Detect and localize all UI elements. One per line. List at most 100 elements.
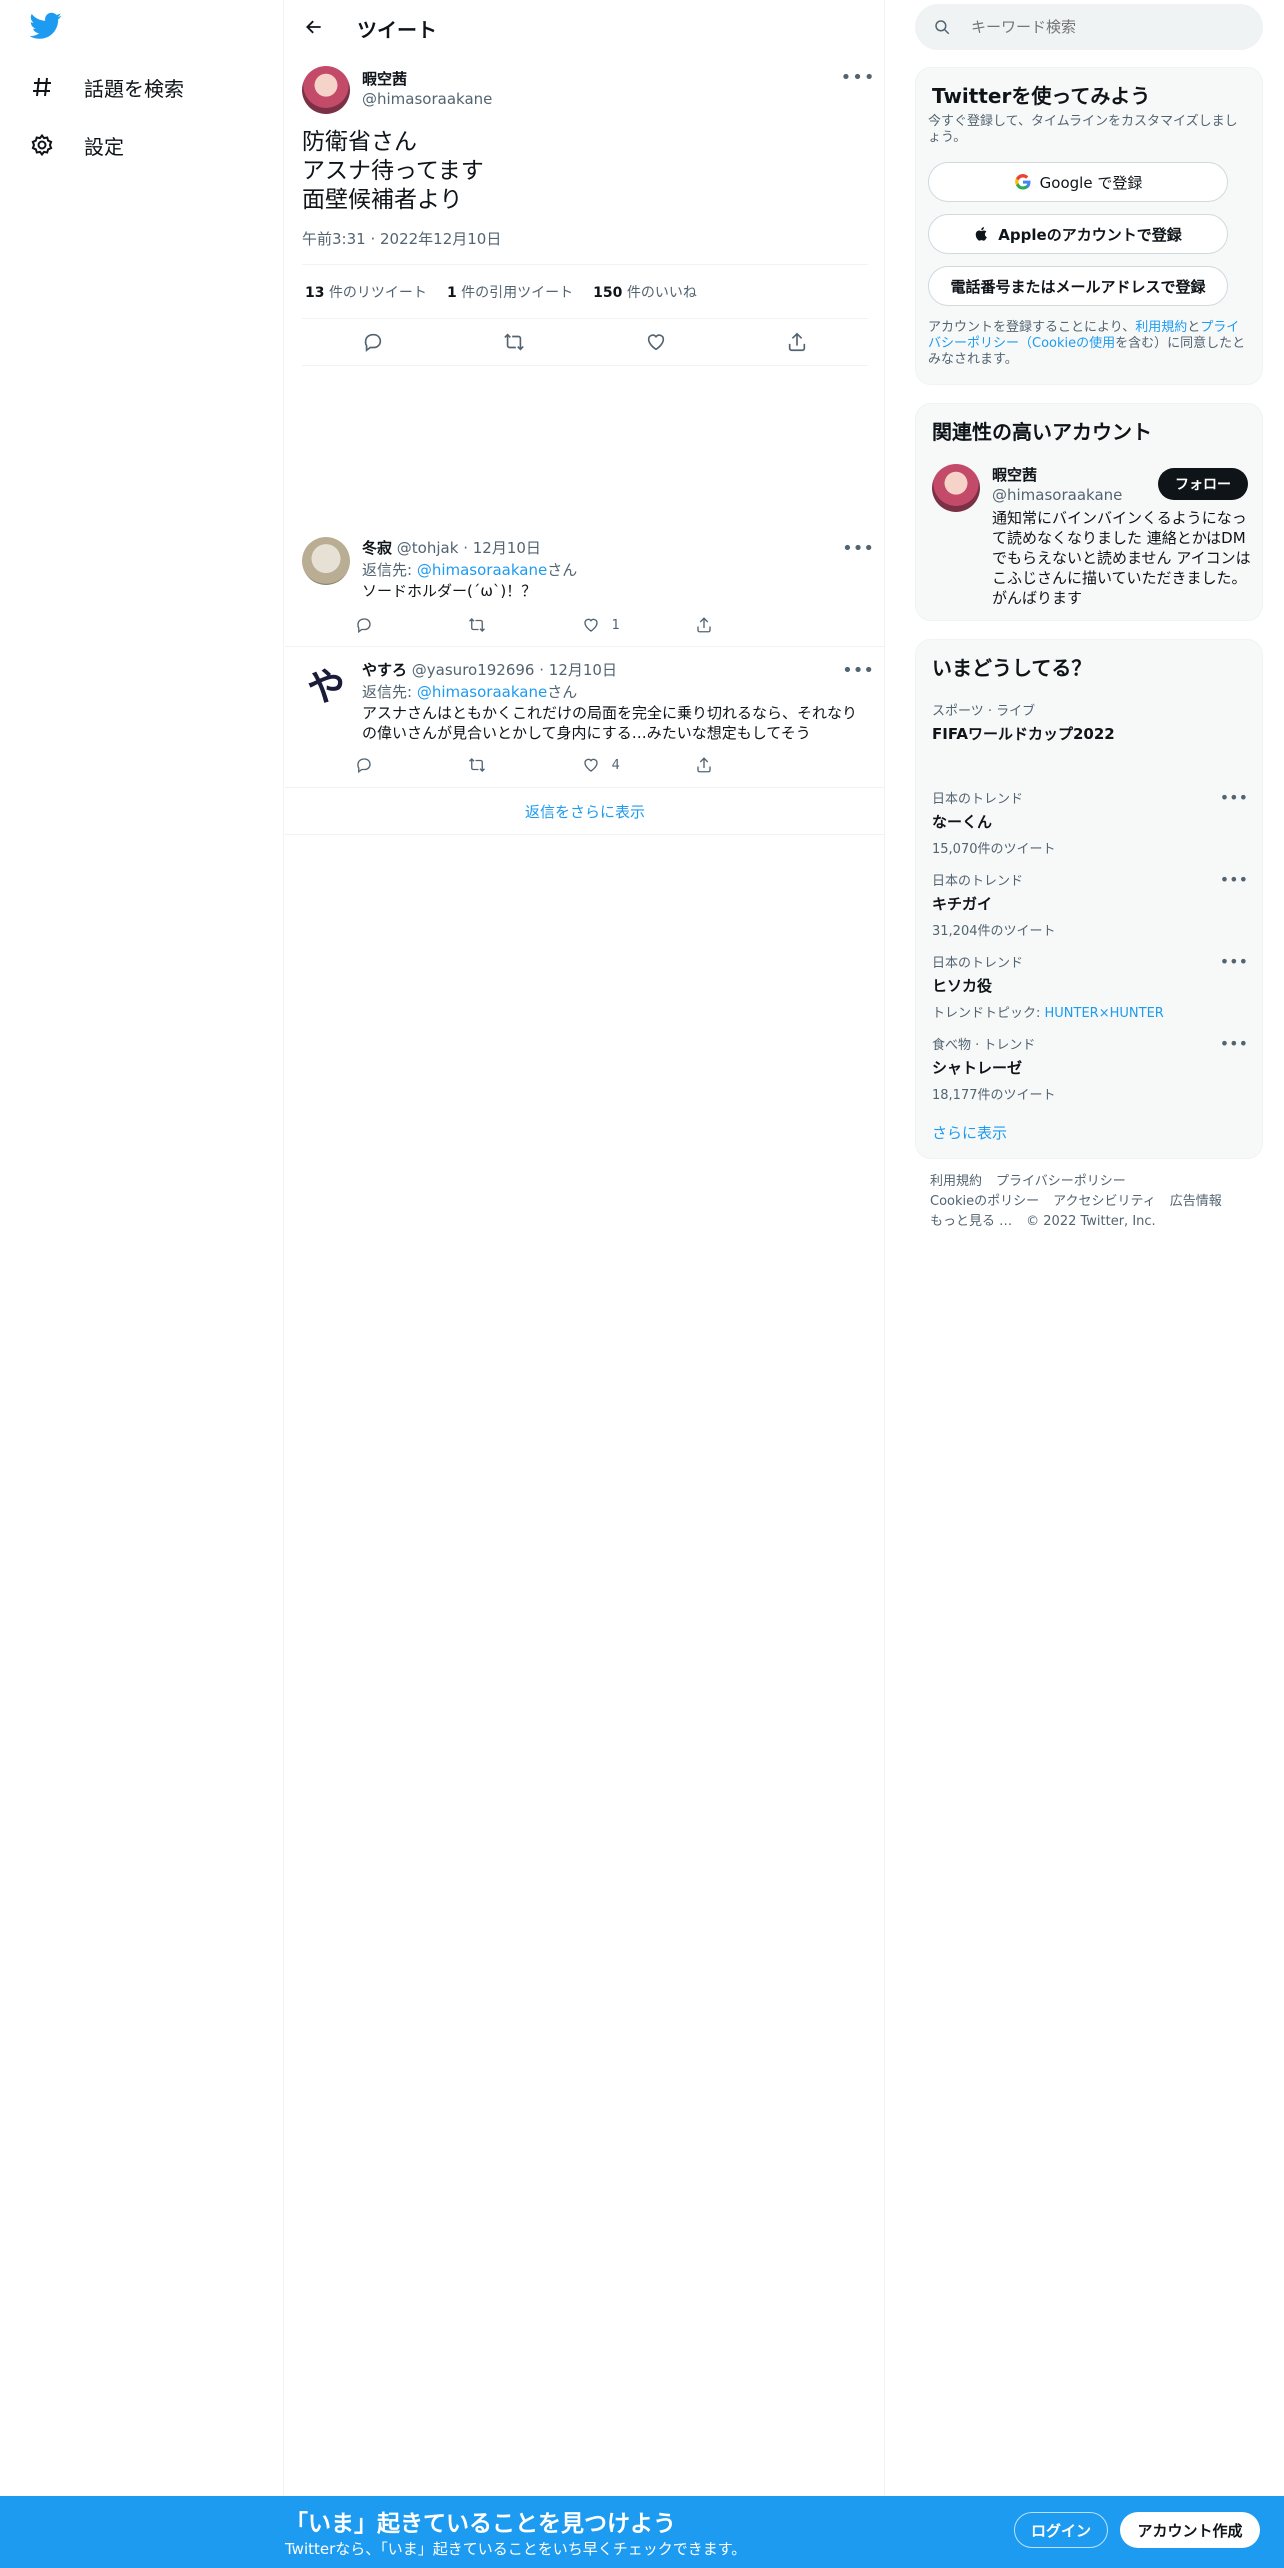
reply-item[interactable]: や やすろ @yasuro192696 · 12月10日 ••• 返信先: @h… <box>285 659 885 779</box>
trend-count: トレンドトピック: HUNTER×HUNTER <box>932 1006 1164 1021</box>
trend-category: スポーツ · ライブ <box>932 704 1036 719</box>
more-options-icon[interactable]: ••• <box>1220 788 1248 807</box>
page-title: ツイート <box>357 18 437 42</box>
more-options-icon[interactable]: ••• <box>842 659 874 681</box>
back-arrow-icon[interactable] <box>299 12 329 42</box>
trend-category: 日本のトレンド <box>932 874 1024 889</box>
reply-to-link[interactable]: @himasoraakane <box>417 561 547 579</box>
reply-author-name[interactable]: 冬寂 <box>362 539 392 557</box>
related-handle[interactable]: @himasoraakane <box>992 486 1122 504</box>
google-signup-button[interactable]: Google で登録 <box>928 162 1228 202</box>
apple-icon <box>976 227 988 241</box>
like-button[interactable]: 1 <box>582 613 662 637</box>
hashtag-icon <box>28 73 56 101</box>
quotes-stat[interactable]: 1 件の引用ツイート <box>447 282 573 302</box>
login-button[interactable]: ログイン <box>1014 2512 1108 2548</box>
trend-item[interactable]: 日本のトレンド なーくん 15,070件のツイート ••• <box>932 788 1248 857</box>
tweet-stats: 13 件のリツイート 1 件の引用ツイート 150 件のいいね <box>305 282 697 302</box>
apple-signup-label: Appleのアカウントで登録 <box>998 225 1182 244</box>
trend-item[interactable]: 日本のトレンド ヒソカ役 トレンドトピック: HUNTER×HUNTER ••• <box>932 952 1248 1021</box>
retweet-icon[interactable] <box>497 325 531 359</box>
reply-actions: 1 <box>355 613 775 637</box>
footer-link[interactable]: アクセシビリティ <box>1053 1194 1156 1209</box>
reply-to-line: 返信先: @himasoraakaneさん <box>362 561 578 579</box>
search-input[interactable] <box>971 16 1241 38</box>
tweet-actions <box>302 325 868 359</box>
reply-item[interactable]: 冬寂 @tohjak · 12月10日 ••• 返信先: @himasoraak… <box>285 537 885 645</box>
gear-icon <box>28 131 56 159</box>
phone-email-signup-button[interactable]: 電話番号またはメールアドレスで登録 <box>928 266 1228 306</box>
reply-header: 冬寂 @tohjak · 12月10日 <box>362 537 541 558</box>
tweet-text: 防衛省さん アスナ待ってます 面壁候補者より <box>302 129 484 213</box>
more-options-icon[interactable]: ••• <box>841 66 875 88</box>
footer-link[interactable]: 利用規約 <box>930 1174 982 1189</box>
search-bar[interactable] <box>915 4 1263 50</box>
share-icon[interactable] <box>780 325 814 359</box>
trend-category: 日本のトレンド <box>932 792 1024 807</box>
trends-show-more-link[interactable]: さらに表示 <box>932 1122 1007 1143</box>
reply-text: ソードホルダー(´ω`)！？ <box>362 582 537 600</box>
search-icon <box>933 18 951 40</box>
share-icon[interactable] <box>695 753 775 777</box>
reply-avatar[interactable]: や <box>302 659 350 707</box>
related-accounts-card: 関連性の高いアカウント 暇空茜 @himasoraakane フォロー 通知常に… <box>915 403 1263 621</box>
phone-email-signup-label: 電話番号またはメールアドレスで登録 <box>950 277 1206 296</box>
bottom-bar-title: 「いま」起きていることを見つけよう <box>285 2511 676 2537</box>
footer-link[interactable]: プライバシーポリシー <box>996 1174 1126 1189</box>
likes-stat[interactable]: 150 件のいいね <box>593 282 697 302</box>
reply-icon[interactable] <box>356 325 390 359</box>
reply-icon[interactable] <box>355 753 435 777</box>
nav-settings[interactable]: 設定 <box>28 119 124 171</box>
like-count: 4 <box>611 757 620 773</box>
reply-date[interactable]: · 12月10日 <box>463 539 541 557</box>
twitter-bird-icon[interactable] <box>29 12 66 44</box>
tweet-author-handle[interactable]: @himasoraakane <box>362 90 492 108</box>
more-options-icon[interactable]: ••• <box>1220 870 1248 889</box>
related-bio: 通知常にバインバインくるようになって読めなくなりました 連絡とかはDMでもらえな… <box>992 509 1251 607</box>
footer-more-link[interactable]: もっと見る … <box>930 1214 1012 1229</box>
show-more-replies-link[interactable]: 返信をさらに表示 <box>285 787 885 835</box>
terms-link[interactable]: 利用規約 <box>1135 320 1187 335</box>
follow-button[interactable]: フォロー <box>1158 468 1248 500</box>
reply-icon[interactable] <box>355 613 435 637</box>
share-icon[interactable] <box>695 613 775 637</box>
retweet-icon[interactable] <box>468 753 548 777</box>
trend-category: 食べ物 · トレンド <box>932 1038 1036 1053</box>
related-name[interactable]: 暇空茜 <box>992 464 1037 485</box>
reply-to-link[interactable]: @himasoraakane <box>417 683 547 701</box>
trend-item[interactable]: 食べ物 · トレンド シャトレーゼ 18,177件のツイート ••• <box>932 1034 1248 1103</box>
more-options-icon[interactable]: ••• <box>842 537 874 559</box>
footer-link[interactable]: Cookieのポリシー <box>930 1194 1039 1209</box>
like-icon[interactable] <box>639 325 673 359</box>
reply-author-handle[interactable]: @yasuro192696 <box>412 661 535 679</box>
more-options-icon[interactable]: ••• <box>1220 952 1248 971</box>
footer-link[interactable]: 広告情報 <box>1170 1194 1222 1209</box>
reply-date[interactable]: · 12月10日 <box>539 661 617 679</box>
trend-title: キチガイ <box>932 895 993 913</box>
create-account-button[interactable]: アカウント作成 <box>1120 2512 1260 2548</box>
tweet-author-avatar[interactable] <box>302 66 350 114</box>
bottom-signup-bar: 「いま」起きていることを見つけよう Twitterなら、「いま」起きていることを… <box>0 2496 1284 2568</box>
signup-subtitle: 今すぐ登録して、タイムラインをカスタマイズしましょう。 <box>928 114 1238 145</box>
trend-topic-link[interactable]: HUNTER×HUNTER <box>1045 1006 1164 1021</box>
more-options-icon[interactable]: ••• <box>1220 1034 1248 1053</box>
retweet-icon[interactable] <box>468 613 548 637</box>
reply-to-line: 返信先: @himasoraakaneさん <box>362 683 578 701</box>
tweet-timestamp[interactable]: 午前3:31 · 2022年12月10日 <box>302 228 501 249</box>
avatar-glyph: や <box>306 664 345 708</box>
reply-author-handle[interactable]: @tohjak <box>397 539 459 557</box>
reply-author-name[interactable]: やすろ <box>362 661 407 679</box>
trend-item[interactable]: スポーツ · ライブ FIFAワールドカップ2022 <box>932 700 1248 744</box>
like-button[interactable]: 4 <box>582 753 662 777</box>
nav-explore[interactable]: 話題を検索 <box>28 61 184 113</box>
retweets-stat[interactable]: 13 件のリツイート <box>305 282 427 302</box>
main-column: ツイート 暇空茜 @himasoraakane ••• 防衛省さん アスナ待って… <box>285 0 885 2496</box>
divider <box>285 646 885 647</box>
reply-avatar[interactable] <box>302 537 350 585</box>
trend-item[interactable]: 日本のトレンド キチガイ 31,204件のツイート ••• <box>932 870 1248 939</box>
like-icon <box>583 618 598 632</box>
related-avatar[interactable] <box>932 464 980 512</box>
copyright: © 2022 Twitter, Inc. <box>1026 1214 1156 1229</box>
tweet-author-name[interactable]: 暇空茜 <box>362 68 407 89</box>
apple-signup-button[interactable]: Appleのアカウントで登録 <box>928 214 1228 254</box>
